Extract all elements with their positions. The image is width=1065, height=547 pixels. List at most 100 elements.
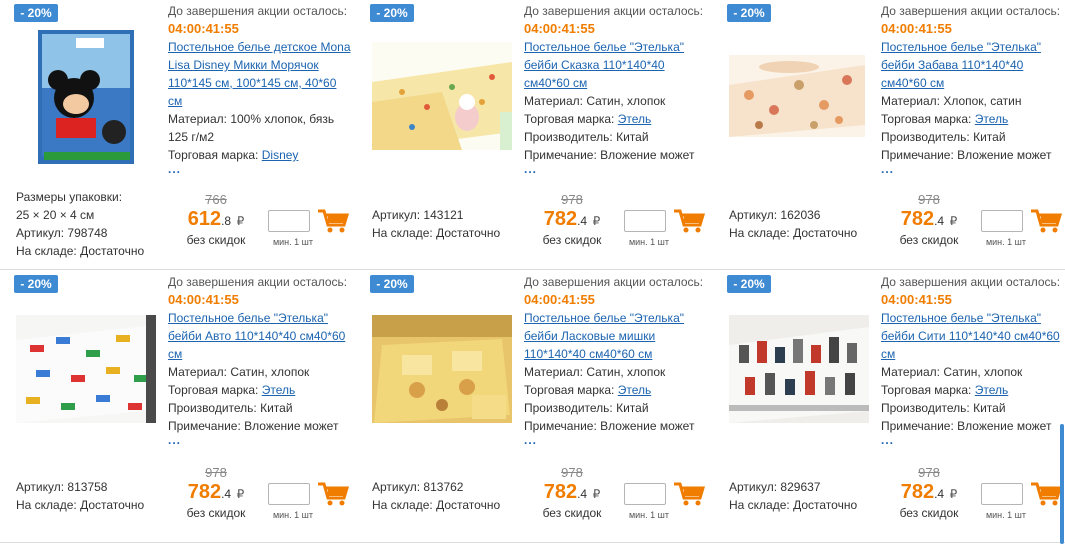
no-discount-note: без скидок [542,233,602,247]
sku-label: Артикул: [372,480,421,494]
sku-row: Артикул: 813762 [372,478,500,496]
product-card: - 20% До завершения акции осталось: 04:0… [0,0,357,270]
product-image[interactable] [372,42,512,150]
material-row: Материал: Сатин, хлопок [881,363,1065,381]
note-value: Вложение может [600,419,695,433]
brand-link[interactable]: Disney [262,148,299,162]
add-to-cart-button[interactable] [1029,481,1063,507]
brand-link[interactable]: Этель [975,112,1009,126]
price-block: 978 782.4 ₽ без скидок [166,466,266,521]
maker-value: Китай [973,401,1006,415]
sku-label: Артикул: [16,226,65,240]
sku-row: Артикул: 829637 [729,478,857,496]
cart-icon [674,209,706,233]
cart-icon [1031,482,1063,506]
stock-value: Достаточно [80,498,145,512]
old-price: 978 [561,465,583,480]
currency-sign: ₽ [236,487,245,501]
product-card: - 20% До завершения акции осталось: 04:0… [713,271,1065,541]
min-quantity-note: мин. 1 шт [985,237,1027,247]
product-image[interactable] [729,55,865,137]
price-block: 978 782.4 ₽ без скидок [522,465,622,521]
product-title-link[interactable]: Постельное белье "Этелька" бейби Сказка … [524,38,709,92]
current-price: 612.8 ₽ [166,207,266,233]
quantity-input[interactable] [624,483,666,505]
price-integer: 612 [187,208,222,230]
product-title-link[interactable]: Постельное белье детское Mona Lisa Disne… [168,38,353,110]
brand-row: Торговая марка: Disney [168,146,353,164]
maker-label: Производитель: [881,130,970,144]
quantity-input[interactable] [268,483,310,505]
price-block: 766 612.8 ₽ без скидок [166,193,266,248]
maker-row: Производитель: Китай [881,128,1065,146]
maker-row: Производитель: Китай [168,399,353,417]
product-title-link[interactable]: Постельное белье "Этелька" бейби Ласковы… [524,309,709,363]
add-to-cart-button[interactable] [672,208,706,234]
pack-size-label: Размеры упаковки: [16,190,123,204]
promo-label: До завершения акции осталось: [881,4,1061,18]
more-dots[interactable]: ... [524,434,709,446]
quantity-input[interactable] [981,210,1023,232]
price-integer: 782 [187,481,222,503]
product-image[interactable] [729,315,869,423]
material-value: Сатин, хлопок [586,365,666,379]
add-to-cart-button[interactable] [316,208,350,234]
material-value: Сатин, хлопок [586,94,666,108]
note-value: Вложение может [600,148,695,162]
product-title-link[interactable]: Постельное белье "Этелька" бейби Авто 11… [168,309,353,363]
brand-row: Торговая марка: Этель [524,381,709,399]
brand-label: Торговая марка: [524,112,615,126]
quantity-input[interactable] [268,210,310,232]
sku-value: 798748 [67,226,108,240]
product-info: До завершения акции осталось: 04:00:41:5… [524,2,709,175]
maker-value: Китай [616,130,649,144]
maker-row: Производитель: Китай [524,399,709,417]
more-dots[interactable]: ... [524,163,709,175]
more-dots[interactable]: ... [168,163,353,175]
note-row: Примечание: Вложение может [881,146,1065,164]
brand-label: Торговая марка: [881,383,972,397]
brand-link[interactable]: Этель [618,383,652,397]
brand-row: Торговая марка: Этель [168,381,353,399]
brand-link[interactable]: Этель [618,112,652,126]
discount-badge: - 20% [727,4,771,22]
brand-link[interactable]: Этель [262,383,296,397]
more-dots[interactable]: ... [881,434,1065,446]
brand-link[interactable]: Этель [975,383,1009,397]
more-dots[interactable]: ... [881,163,1065,175]
promo-label: До завершения акции осталось: [168,275,348,289]
quantity-input[interactable] [981,483,1023,505]
note-row: Примечание: Вложение может [524,146,709,164]
price-fraction: .4 [934,487,945,501]
currency-sign: ₽ [592,487,601,501]
product-title-link[interactable]: Постельное белье "Этелька" бейби Сити 11… [881,309,1065,363]
current-price: 782.4 ₽ [522,207,622,233]
scrollbar[interactable] [1060,424,1064,544]
sku-value: 813762 [423,480,464,494]
promo-label: До завершения акции осталось: [881,275,1061,289]
price-block: 978 782.4 ₽ без скидок [879,193,979,248]
product-image[interactable] [16,315,156,423]
sku-row: Артикул: 798748 [16,224,144,242]
product-card: - 20% До завершения акции осталось: 04:0… [356,271,713,541]
old-price: 978 [561,192,583,207]
add-to-cart-button[interactable] [1029,208,1063,234]
product-card: - 20% До завершения акции осталось: 04:0… [356,0,713,270]
product-meta: Артикул: 162036 На складе: Достаточно [729,206,857,242]
product-image[interactable] [16,28,156,168]
add-to-cart-button[interactable] [316,481,350,507]
add-to-cart-button[interactable] [672,481,706,507]
currency-sign: ₽ [949,487,958,501]
quantity-input[interactable] [624,210,666,232]
product-title-link[interactable]: Постельное белье "Этелька" бейби Забава … [881,38,1065,92]
stock-row: На складе: Достаточно [16,496,144,514]
current-price: 782.4 ₽ [522,480,622,506]
no-discount-note: без скидок [186,233,246,247]
more-dots[interactable]: ... [168,434,353,446]
sku-row: Артикул: 143121 [372,206,500,224]
product-card: - 20% До завершения акции осталось: 04:0… [713,0,1065,270]
no-discount-note: без скидок [899,233,959,247]
discount-badge: - 20% [14,4,58,22]
product-meta: Артикул: 143121 На складе: Достаточно [372,206,500,242]
product-image[interactable] [372,315,512,423]
